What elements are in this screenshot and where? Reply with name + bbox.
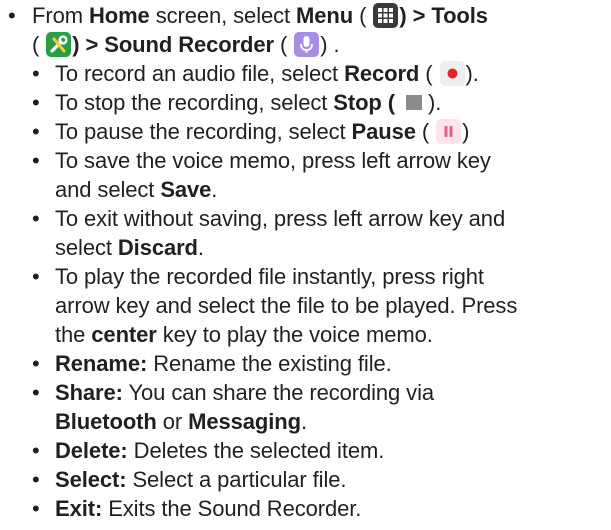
tools-label: Tools — [425, 3, 488, 28]
list-item-delete: Delete: Deletes the selected item. — [55, 438, 385, 463]
list-item-save-line-1: To save the voice memo, press left arrow… — [55, 148, 491, 173]
list-item-share-line-1: Share: You can share the recording via — [55, 380, 435, 405]
list-item-discard-line-2: select Discard. — [55, 235, 204, 260]
bluetooth-label: Bluetooth — [55, 409, 157, 434]
bullet: • — [32, 496, 40, 521]
stop-label: Stop — [333, 90, 382, 115]
pause-label: Pause — [351, 119, 416, 144]
stop-icon — [402, 89, 428, 115]
bullet: • — [32, 264, 40, 289]
list-item-play-line-2: arrow key and select the file to be play… — [55, 293, 518, 318]
menu-grid-icon — [373, 2, 399, 28]
messaging-label: Messaging — [188, 409, 301, 434]
bullet: • — [32, 119, 40, 144]
record-label: Record — [344, 61, 420, 86]
home-label: Home — [88, 3, 150, 28]
save-label: Save — [160, 177, 212, 202]
share-label: Share: — [55, 380, 123, 405]
list-item-share-line-2: Bluetooth or Messaging. — [55, 409, 307, 434]
list-item-select: Select: Select a particular file. — [55, 467, 347, 492]
intro-line-1: From Home screen, select Menu ( ) > Tool… — [32, 2, 488, 28]
bullet: • — [32, 438, 40, 463]
list-item-play-line-1: To play the recorded file instantly, pre… — [55, 264, 484, 289]
bullet: • — [32, 90, 40, 115]
bullet: • — [32, 148, 40, 173]
list-item-discard-line-1: To exit without saving, press left arrow… — [55, 206, 506, 231]
bullet: • — [32, 61, 40, 86]
bullet: • — [32, 206, 40, 231]
list-item-save-line-2: and select Save. — [55, 177, 218, 202]
delete-label: Delete: — [55, 438, 128, 463]
center-label: center — [91, 322, 157, 347]
bullet: • — [32, 380, 40, 405]
discard-label: Discard — [117, 235, 198, 260]
microphone-icon — [294, 31, 320, 57]
bullet: • — [32, 467, 40, 492]
exit-label: Exit: — [55, 496, 103, 521]
intro-line-2: ( ) > Sound Recorder ( ) . — [32, 31, 340, 57]
list-item-rename: Rename: Rename the existing file. — [55, 351, 392, 376]
bullet: • — [32, 351, 40, 376]
pause-icon — [436, 118, 462, 144]
tools-icon — [46, 31, 72, 57]
list-item-stop: To stop the recording, select Stop ( ). — [55, 89, 442, 115]
bullet: • — [8, 3, 16, 28]
select-label: Select: — [55, 467, 127, 492]
list-item-record: To record an audio file, select Record (… — [55, 60, 479, 86]
rename-label: Rename: — [55, 351, 148, 376]
list-item-play-line-3: the center key to play the voice memo. — [55, 322, 433, 347]
menu-label: Menu — [296, 3, 354, 28]
list-item-exit: Exit: Exits the Sound Recorder. — [55, 496, 362, 521]
record-icon — [439, 60, 465, 86]
document-page: • From Home screen, select Menu ( ) > To… — [0, 0, 611, 530]
list-item-pause: To pause the recording, select Pause ( ) — [55, 118, 470, 144]
sound-recorder-label: Sound Recorder — [98, 32, 274, 57]
